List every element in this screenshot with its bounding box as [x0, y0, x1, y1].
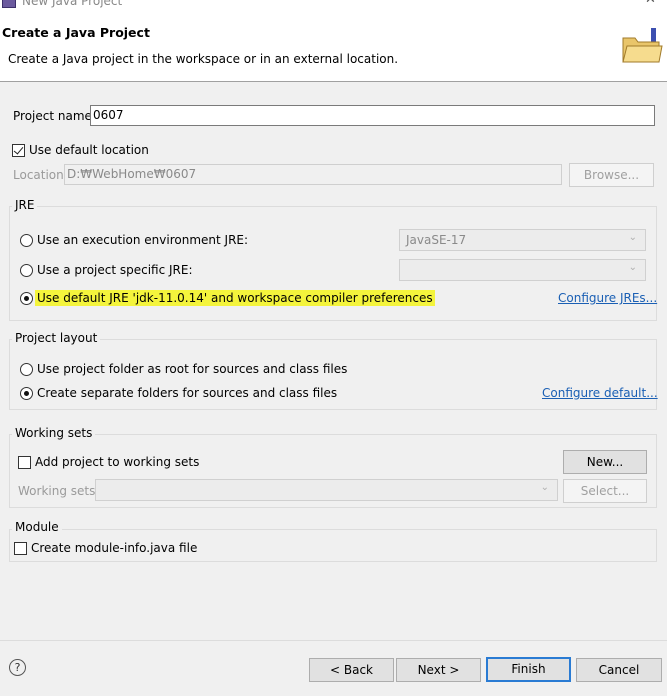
- jre-option-project-specific-radio[interactable]: [20, 264, 33, 277]
- jre-option-execution-env-label: Use an execution environment JRE:: [37, 233, 249, 247]
- wizard-description: Create a Java project in the workspace o…: [8, 52, 399, 66]
- folder-icon: [622, 28, 663, 63]
- execution-env-select[interactable]: JavaSE-17 ⌄: [399, 229, 646, 251]
- jre-group-label: JRE: [12, 198, 38, 212]
- layout-option-single-folder-label: Use project folder as root for sources a…: [37, 362, 348, 376]
- working-sets-select[interactable]: ⌄: [95, 479, 558, 501]
- wizard-header: Create a Java Project Create a Java proj…: [0, 12, 667, 82]
- minimize-button[interactable]: —: [596, 0, 609, 7]
- select-working-sets-button[interactable]: Select...: [563, 479, 647, 503]
- use-default-location-label: Use default location: [29, 143, 149, 157]
- footer-divider: [0, 640, 667, 641]
- use-default-location-checkbox[interactable]: [12, 144, 25, 157]
- execution-env-value: JavaSE-17: [406, 233, 467, 247]
- chevron-down-icon: ⌄: [540, 482, 549, 493]
- layout-option-separate-folders-label: Create separate folders for sources and …: [37, 386, 338, 400]
- close-button[interactable]: ✕: [645, 0, 656, 7]
- project-name-label: Project name:: [13, 109, 96, 123]
- next-button[interactable]: Next >: [396, 658, 481, 682]
- layout-option-separate-folders-radio[interactable]: [20, 387, 33, 400]
- project-name-input[interactable]: 0607: [90, 105, 655, 126]
- create-module-info-checkbox[interactable]: [14, 542, 27, 555]
- window-titlebar: New Java Project — ✕: [0, 0, 667, 12]
- new-working-set-button[interactable]: New...: [563, 450, 647, 474]
- project-layout-group-label: Project layout: [12, 331, 101, 345]
- module-group-label: Module: [12, 520, 62, 534]
- finish-button[interactable]: Finish: [486, 657, 571, 682]
- checkmark-icon: [13, 144, 24, 155]
- add-to-working-sets-checkbox[interactable]: [18, 456, 31, 469]
- working-sets-group-label: Working sets: [12, 426, 96, 440]
- location-input[interactable]: D:₩WebHome₩0607: [64, 164, 562, 185]
- jre-option-project-specific-label: Use a project specific JRE:: [37, 263, 193, 277]
- wizard-title: Create a Java Project: [2, 25, 150, 40]
- jre-option-default-label: Use default JRE 'jdk-11.0.14' and worksp…: [35, 290, 435, 306]
- eclipse-app-icon: [2, 0, 16, 8]
- radio-selected-dot: [24, 296, 29, 301]
- create-module-info-label: Create module-info.java file: [31, 541, 198, 555]
- chevron-down-icon: ⌄: [628, 232, 637, 243]
- working-sets-label: Working sets:: [18, 484, 100, 498]
- configure-jres-link[interactable]: Configure JREs...: [558, 291, 657, 305]
- jre-option-execution-env-radio[interactable]: [20, 234, 33, 247]
- help-icon[interactable]: ?: [9, 659, 26, 676]
- location-label: Location:: [13, 168, 68, 182]
- project-specific-jre-select[interactable]: ⌄: [399, 259, 646, 281]
- configure-default-link[interactable]: Configure default...: [542, 386, 658, 400]
- layout-option-single-folder-radio[interactable]: [20, 363, 33, 376]
- radio-selected-dot: [24, 391, 29, 396]
- cancel-button[interactable]: Cancel: [576, 658, 662, 682]
- browse-button[interactable]: Browse...: [569, 163, 654, 187]
- chevron-down-icon: ⌄: [628, 262, 637, 273]
- add-to-working-sets-label: Add project to working sets: [35, 455, 200, 469]
- jre-option-default-radio[interactable]: [20, 292, 33, 305]
- window-title: New Java Project: [22, 0, 123, 8]
- back-button[interactable]: < Back: [309, 658, 394, 682]
